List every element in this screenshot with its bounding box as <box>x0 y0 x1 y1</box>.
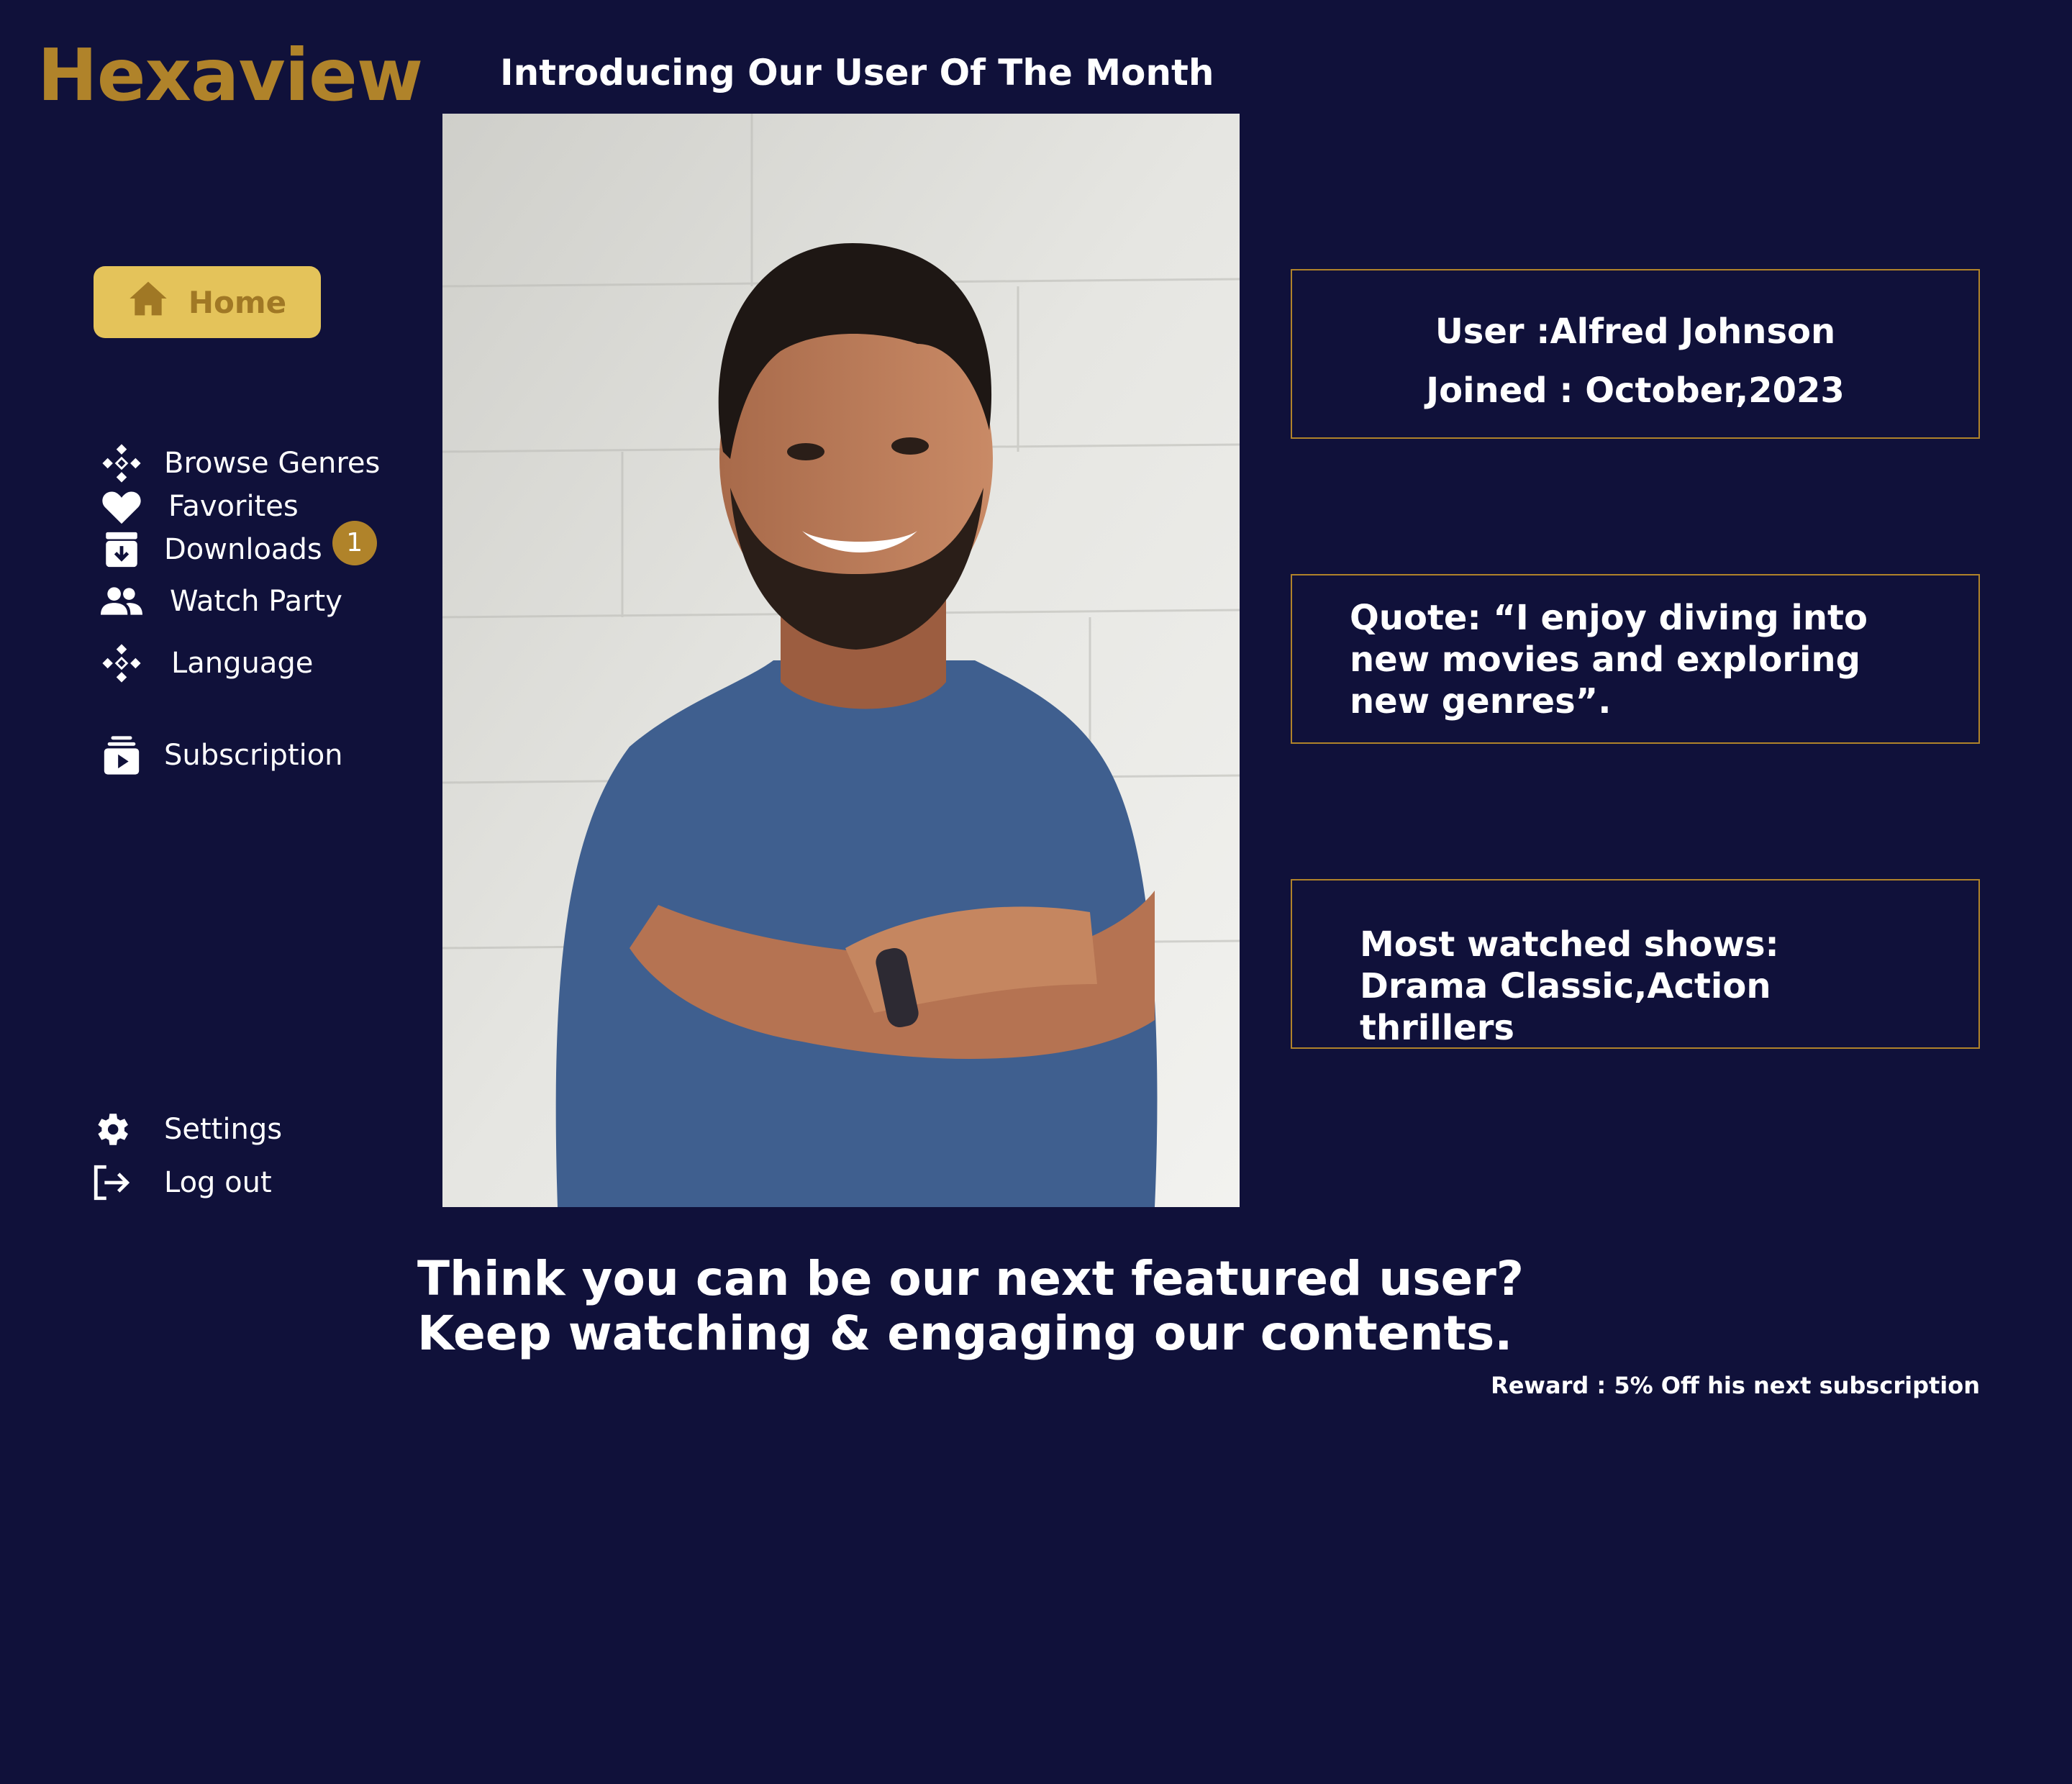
people-icon <box>101 580 151 623</box>
diamond-grid-icon <box>101 442 151 485</box>
most-watched-shows: Most watched shows: Drama Classic,Action… <box>1360 924 1779 1048</box>
sidebar-item-label: Log out <box>164 1166 272 1199</box>
sidebar-item-language[interactable]: Language <box>101 642 313 685</box>
sidebar-item-label: Subscription <box>164 739 343 772</box>
page-title: Introducing Our User Of The Month <box>500 52 1214 94</box>
user-quote-card: Quote: “I enjoy diving into new movies a… <box>1291 574 1980 744</box>
gear-icon <box>91 1108 141 1151</box>
sidebar-item-browse-genres[interactable]: Browse Genres <box>101 442 380 485</box>
home-label: Home <box>188 284 287 320</box>
cta-line-1: Think you can be our next featured user? <box>417 1251 1525 1306</box>
home-button[interactable]: Home <box>94 266 321 338</box>
app-logo: Hexaview <box>37 33 423 117</box>
logout-icon <box>91 1161 141 1204</box>
downloads-count-badge: 1 <box>332 521 377 565</box>
joined-date: Joined : October,2023 <box>1426 370 1845 411</box>
reward-note: Reward : 5% Off his next subscription <box>1491 1372 1980 1399</box>
sidebar-item-label: Language <box>171 647 314 680</box>
user-info-card: User :Alfred Johnson Joined : October,20… <box>1291 269 1980 439</box>
user-quote: Quote: “I enjoy diving into new movies a… <box>1350 598 1868 722</box>
home-icon <box>128 280 168 324</box>
sidebar-item-label: Watch Party <box>170 585 342 618</box>
sidebar-item-label: Browse Genres <box>164 447 381 480</box>
sidebar-item-logout[interactable]: Log out <box>91 1161 272 1204</box>
sidebar-item-label: Settings <box>164 1113 283 1146</box>
call-to-action: Think you can be our next featured user?… <box>417 1252 1524 1361</box>
heart-icon <box>101 485 151 528</box>
featured-user-photo <box>442 114 1240 1207</box>
most-watched-card: Most watched shows: Drama Classic,Action… <box>1291 879 1980 1049</box>
download-box-icon <box>101 528 151 571</box>
sidebar-item-downloads[interactable]: Downloads 1 <box>101 521 377 571</box>
sidebar-item-label: Downloads <box>164 533 322 566</box>
sidebar-item-subscription[interactable]: Subscription <box>101 734 343 777</box>
diamond-grid-icon <box>101 642 151 685</box>
sidebar-item-favorites[interactable]: Favorites <box>101 485 299 528</box>
sidebar-item-settings[interactable]: Settings <box>91 1108 282 1151</box>
subscription-icon <box>101 734 151 777</box>
user-name: User :Alfred Johnson <box>1435 311 1836 352</box>
sidebar-item-label: Favorites <box>168 490 299 523</box>
sidebar-item-watch-party[interactable]: Watch Party <box>101 580 342 623</box>
cta-line-2: Keep watching & engaging our contents. <box>417 1306 1513 1361</box>
